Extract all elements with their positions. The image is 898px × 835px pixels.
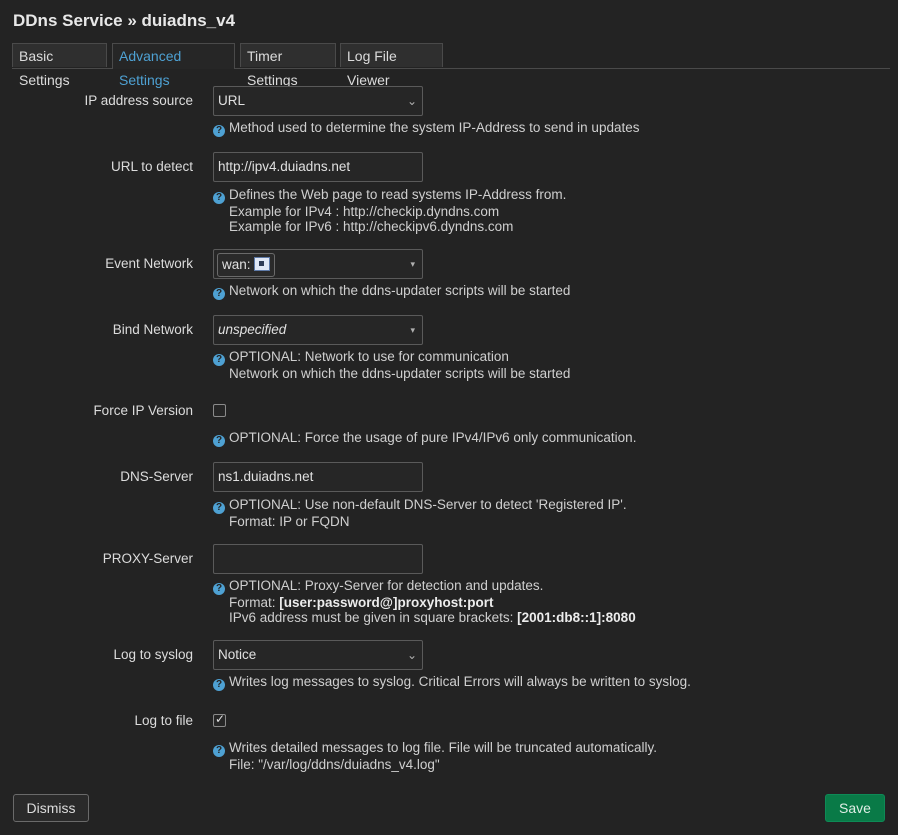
help-icon: ? (213, 435, 225, 447)
help-text: OPTIONAL: Proxy-Server for detection and… (229, 578, 544, 593)
url-detect-input[interactable]: http://ipv4.duiadns.net (213, 152, 423, 182)
check-icon: ✓ (215, 712, 226, 726)
help-text-prefix: IPv6 address must be given in square bra… (229, 610, 518, 625)
help-text: Writes detailed messages to log file. Fi… (229, 740, 657, 755)
help-text: File: "/var/log/ddns/duiadns_v4.log" (229, 757, 440, 772)
ip-source-help: ? Method used to determine the system IP-… (213, 120, 639, 137)
help-text-example: [2001:db8::1]:8080 (517, 610, 636, 625)
help-icon: ? (213, 192, 225, 204)
dns-server-help: ? OPTIONAL: Use non-default DNS-Server to… (213, 497, 627, 529)
help-icon: ? (213, 125, 225, 137)
tab-timer-settings[interactable]: Timer Settings (240, 43, 336, 88)
force-ip-label: Force IP Version (93, 403, 193, 418)
tab-basic-settings[interactable]: Basic Settings (12, 43, 107, 88)
dns-server-input[interactable]: ns1.duiadns.net (213, 462, 423, 492)
chevron-down-icon: ⌄ (406, 94, 417, 108)
help-text: Example for IPv6 : http://checkipv6.dynd… (229, 219, 514, 234)
log-file-label: Log to file (134, 713, 193, 728)
log-syslog-select[interactable]: Notice ⌄ (213, 640, 423, 670)
log-file-help: ? Writes detailed messages to log file. F… (213, 740, 657, 772)
event-network-help: ? Network on which the ddns-updater scrip… (213, 283, 570, 300)
help-text: OPTIONAL: Network to use for communicati… (229, 349, 509, 364)
url-detect-label: URL to detect (110, 159, 193, 174)
tab-log-file-viewer[interactable]: Log File Viewer (340, 43, 443, 88)
force-ip-help: ? OPTIONAL: Force the usage of pure IPv4/… (213, 430, 636, 447)
log-syslog-label: Log to syslog (113, 647, 193, 662)
log-syslog-value: Notice (218, 647, 257, 662)
help-text: Defines the Web page to read systems IP-… (229, 187, 567, 202)
network-chip-label: wan: (222, 257, 251, 272)
help-icon: ? (213, 583, 225, 595)
proxy-server-input[interactable] (213, 544, 423, 574)
network-interface-icon (253, 257, 270, 271)
help-text: IPv6 address must be given in square bra… (213, 610, 636, 625)
force-ip-checkbox[interactable] (213, 404, 226, 417)
page-title: DDns Service » duiadns_v4 (13, 11, 236, 30)
help-text: Example for IPv4 : http://checkip.dyndns… (229, 204, 500, 219)
network-chip: wan: (217, 253, 275, 277)
bind-network-help: ? OPTIONAL: Network to use for communicat… (213, 349, 570, 381)
help-text: Method used to determine the system IP-A… (229, 120, 640, 135)
event-network-label: Event Network (105, 256, 193, 271)
ip-source-value: URL (218, 93, 246, 108)
caret-down-icon: ▾ (410, 259, 415, 269)
ip-source-select[interactable]: URL ⌄ (213, 86, 423, 116)
help-icon: ? (213, 745, 225, 757)
proxy-server-label: PROXY-Server (102, 551, 193, 566)
log-file-checkbox[interactable]: ✓ (213, 712, 226, 727)
ip-source-label: IP address source (84, 93, 193, 108)
help-text: OPTIONAL: Force the usage of pure IPv4/I… (229, 430, 637, 445)
help-icon: ? (213, 502, 225, 514)
dismiss-button[interactable]: Dismiss (13, 794, 89, 822)
help-text: Writes log messages to syslog. Critical … (229, 674, 691, 689)
chevron-down-icon: ⌄ (406, 648, 417, 662)
bind-network-dropdown[interactable]: unspecified ▾ (213, 315, 423, 345)
dns-server-label: DNS-Server (120, 469, 193, 484)
bind-network-label: Bind Network (112, 322, 193, 337)
proxy-server-help: ? OPTIONAL: Proxy-Server for detection an… (213, 578, 636, 625)
help-text: Network on which the ddns-updater script… (229, 366, 571, 381)
help-text: Format: [user:password@]proxyhost:port (213, 595, 636, 610)
help-icon: ? (213, 354, 225, 366)
help-text: OPTIONAL: Use non-default DNS-Server to … (229, 497, 627, 512)
tab-advanced-settings[interactable]: Advanced Settings (112, 43, 235, 88)
help-text-format: [user:password@]proxyhost:port (279, 595, 494, 610)
log-syslog-help: ? Writes log messages to syslog. Critical… (213, 674, 691, 691)
caret-down-icon: ▾ (410, 325, 415, 335)
url-detect-help: ? Defines the Web page to read systems IP… (213, 187, 566, 234)
save-button[interactable]: Save (825, 794, 885, 822)
bind-network-value: unspecified (218, 322, 287, 337)
help-text: Network on which the ddns-updater script… (229, 283, 571, 298)
event-network-dropdown[interactable]: wan: ▾ (213, 249, 423, 279)
help-text-prefix: Format: (229, 595, 280, 610)
tab-bar: Basic Settings Advanced Settings Timer S… (12, 43, 890, 88)
help-icon: ? (213, 288, 225, 300)
help-text: Format: IP or FQDN (229, 514, 350, 529)
help-icon: ? (213, 679, 225, 691)
